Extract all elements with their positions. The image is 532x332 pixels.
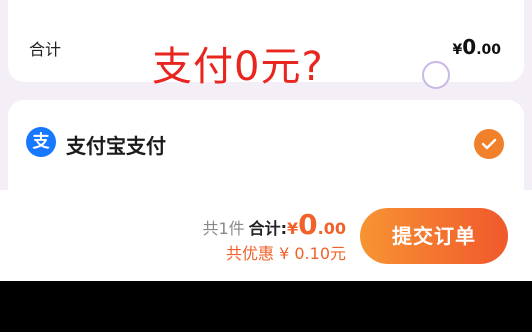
checkout-amount-int: 0: [298, 208, 318, 241]
touch-indicator: [422, 61, 450, 89]
order-total-amount-dec: .00: [476, 42, 501, 58]
payment-method-label: 支付宝支付: [66, 134, 166, 158]
alipay-icon: 支: [26, 127, 56, 157]
checkout-total-value: ¥0.00: [287, 208, 346, 241]
order-screen: 合计 ¥0.00 支付0元? 支 支付宝支付 共1件 合计:¥0.00 共优惠 ¥…: [0, 0, 532, 281]
overlay-caption: 支付0元?: [152, 44, 324, 90]
submit-order-button[interactable]: 提交订单: [360, 208, 508, 264]
checkout-bar: 共1件 合计:¥0.00 共优惠 ¥ 0.10元 提交订单: [0, 190, 532, 281]
checkout-total-label: 合计:: [248, 219, 288, 238]
order-total-currency: ¥: [452, 42, 463, 58]
order-total-label: 合计: [29, 40, 62, 59]
check-icon[interactable]: [474, 129, 504, 159]
checkout-currency: ¥: [287, 219, 299, 238]
checkout-amount-dec: .00: [317, 219, 346, 238]
item-count: 共1件: [202, 219, 245, 238]
discount-text: 共优惠 ¥ 0.10元: [226, 244, 346, 263]
order-total-value: ¥0.00: [453, 35, 501, 59]
order-total-amount-int: 0: [462, 35, 477, 59]
checkout-summary: 共1件 合计:¥0.00: [202, 208, 346, 241]
